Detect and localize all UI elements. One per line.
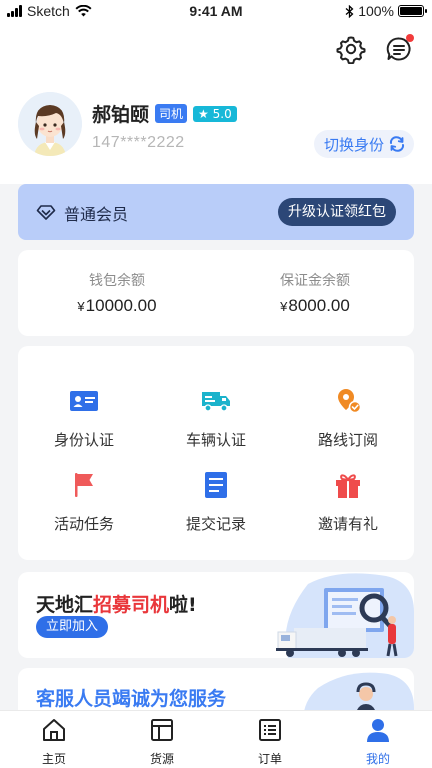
battery-icon	[398, 5, 427, 17]
service-route-subscription[interactable]: 路线订阅	[282, 388, 414, 450]
wallet-balance-amount: ¥10000.00	[18, 296, 216, 316]
flag-icon	[75, 473, 93, 497]
deposit-balance[interactable]: 保证金余额 ¥8000.00	[216, 270, 414, 316]
rating-badge: ★ 5.0	[193, 105, 237, 122]
user-icon	[367, 719, 389, 742]
recruit-prefix: 天地汇	[36, 594, 94, 616]
deposit-balance-amount: ¥8000.00	[216, 296, 414, 316]
home-icon	[43, 719, 65, 741]
deposit-balance-label: 保证金余额	[280, 273, 350, 289]
recruit-illustration	[276, 573, 414, 658]
id-card-icon	[70, 391, 98, 411]
messages-button[interactable]	[384, 34, 414, 64]
cargo-icon	[151, 719, 173, 741]
service-vehicle-verification[interactable]: 车辆认证	[150, 388, 282, 450]
customer-service-title: 客服人员竭诚为您服务	[36, 688, 227, 710]
service-label: 提交记录	[185, 515, 246, 533]
recruit-title: 天地汇招募司机啦!	[36, 590, 197, 617]
tab-label: 我的	[365, 752, 390, 766]
user-name: 郝铂颐	[92, 104, 150, 126]
deposit-value: 8000.00	[288, 296, 350, 315]
recruit-highlight: 招募司机	[93, 594, 170, 616]
service-grid: 身份认证 车辆认证 路线订阅 活动任务 提交记录 邀请有礼	[18, 346, 414, 560]
tab-me[interactable]: 我的	[324, 711, 432, 768]
balance-currency: ¥	[77, 299, 85, 314]
notification-dot	[406, 34, 414, 42]
battery-percent: 100%	[358, 3, 394, 19]
service-label: 身份认证	[53, 431, 114, 449]
tab-home[interactable]: 主页	[0, 711, 108, 768]
deposit-currency: ¥	[280, 299, 288, 314]
wallet-balance[interactable]: 钱包余额 ¥10000.00	[18, 270, 216, 316]
service-label: 车辆认证	[185, 431, 246, 449]
avatar-illustration	[18, 92, 82, 156]
bluetooth-icon	[345, 4, 354, 18]
upgrade-button[interactable]: 升级认证领红包	[278, 198, 396, 226]
name-row: 郝铂颐 司机 ★ 5.0	[92, 100, 237, 127]
recruit-suffix: 啦!	[169, 594, 197, 616]
service-submission-records[interactable]: 提交记录	[150, 472, 282, 534]
tab-orders[interactable]: 订单	[216, 711, 324, 768]
service-invite-rewards[interactable]: 邀请有礼	[282, 472, 414, 534]
tab-cargo[interactable]: 货源	[108, 711, 216, 768]
membership-level: 普通会员	[64, 205, 129, 224]
wallet-card: 钱包余额 ¥10000.00 保证金余额 ¥8000.00	[18, 250, 414, 336]
order-list-icon	[259, 719, 281, 741]
truck-icon	[202, 392, 230, 412]
diamond-icon	[36, 205, 56, 220]
tab-bar: 主页 货源 订单 我的	[0, 710, 432, 768]
role-badge: 司机	[155, 104, 188, 123]
route-pin-icon	[338, 389, 362, 414]
service-label: 活动任务	[53, 515, 114, 533]
gift-icon	[336, 474, 360, 498]
recruit-banner[interactable]: 天地汇招募司机啦! 立即加入	[18, 572, 414, 658]
rating-value: 5.0	[212, 106, 232, 121]
wallet-balance-label: 钱包余额	[89, 273, 145, 289]
gear-icon	[336, 36, 366, 65]
avatar[interactable]	[18, 92, 82, 156]
join-now-button[interactable]: 立即加入	[36, 616, 109, 638]
service-id-verification[interactable]: 身份认证	[18, 388, 150, 450]
switch-identity-label: 切换身份	[323, 135, 384, 154]
settings-button[interactable]	[336, 34, 366, 65]
tab-label: 货源	[149, 752, 174, 766]
service-activity-tasks[interactable]: 活动任务	[18, 472, 150, 534]
status-right: 100%	[345, 3, 427, 19]
tab-label: 订单	[257, 752, 282, 766]
switch-identity-button[interactable]: 切换身份	[313, 130, 414, 158]
balance-value: 10000.00	[85, 296, 157, 315]
status-bar: Sketch 9:41 AM 100%	[0, 0, 432, 24]
profile-section: 郝铂颐 司机 ★ 5.0 147****2222 切换身份	[18, 92, 414, 162]
star-icon: ★	[198, 106, 209, 121]
refresh-icon	[389, 136, 405, 152]
service-label: 邀请有礼	[317, 515, 378, 533]
membership-card[interactable]: 普通会员 升级认证领红包	[18, 184, 414, 240]
tab-label: 主页	[41, 752, 66, 766]
service-label: 路线订阅	[317, 431, 378, 449]
document-icon	[205, 472, 227, 498]
phone-number: 147****2222	[92, 134, 185, 151]
header-actions	[336, 34, 414, 65]
